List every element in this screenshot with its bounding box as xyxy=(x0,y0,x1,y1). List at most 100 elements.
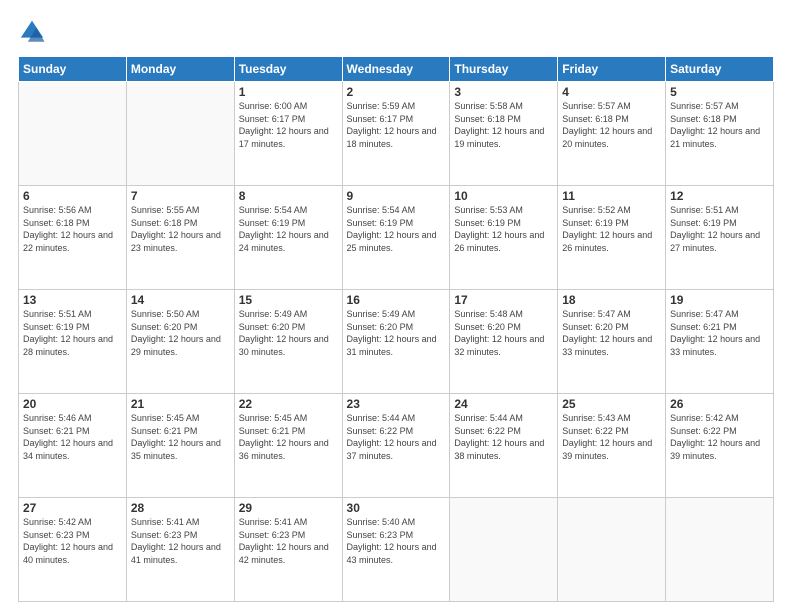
calendar-body: 1Sunrise: 6:00 AM Sunset: 6:17 PM Daylig… xyxy=(19,82,774,602)
calendar-cell: 19Sunrise: 5:47 AM Sunset: 6:21 PM Dayli… xyxy=(666,290,774,394)
calendar-cell: 12Sunrise: 5:51 AM Sunset: 6:19 PM Dayli… xyxy=(666,186,774,290)
calendar-cell: 2Sunrise: 5:59 AM Sunset: 6:17 PM Daylig… xyxy=(342,82,450,186)
day-info: Sunrise: 5:42 AM Sunset: 6:22 PM Dayligh… xyxy=(670,412,769,462)
week-row-1: 6Sunrise: 5:56 AM Sunset: 6:18 PM Daylig… xyxy=(19,186,774,290)
day-info: Sunrise: 5:59 AM Sunset: 6:17 PM Dayligh… xyxy=(347,100,446,150)
calendar-cell: 25Sunrise: 5:43 AM Sunset: 6:22 PM Dayli… xyxy=(558,394,666,498)
calendar-cell: 7Sunrise: 5:55 AM Sunset: 6:18 PM Daylig… xyxy=(126,186,234,290)
calendar-cell: 27Sunrise: 5:42 AM Sunset: 6:23 PM Dayli… xyxy=(19,498,127,602)
day-number: 30 xyxy=(347,501,446,515)
day-number: 27 xyxy=(23,501,122,515)
calendar-cell: 29Sunrise: 5:41 AM Sunset: 6:23 PM Dayli… xyxy=(234,498,342,602)
day-number: 16 xyxy=(347,293,446,307)
day-info: Sunrise: 5:41 AM Sunset: 6:23 PM Dayligh… xyxy=(239,516,338,566)
calendar-cell: 24Sunrise: 5:44 AM Sunset: 6:22 PM Dayli… xyxy=(450,394,558,498)
day-info: Sunrise: 5:57 AM Sunset: 6:18 PM Dayligh… xyxy=(562,100,661,150)
day-header-tuesday: Tuesday xyxy=(234,57,342,82)
day-info: Sunrise: 5:46 AM Sunset: 6:21 PM Dayligh… xyxy=(23,412,122,462)
day-number: 17 xyxy=(454,293,553,307)
calendar-cell: 26Sunrise: 5:42 AM Sunset: 6:22 PM Dayli… xyxy=(666,394,774,498)
day-info: Sunrise: 5:48 AM Sunset: 6:20 PM Dayligh… xyxy=(454,308,553,358)
calendar-cell: 1Sunrise: 6:00 AM Sunset: 6:17 PM Daylig… xyxy=(234,82,342,186)
day-number: 23 xyxy=(347,397,446,411)
calendar-cell: 21Sunrise: 5:45 AM Sunset: 6:21 PM Dayli… xyxy=(126,394,234,498)
day-number: 9 xyxy=(347,189,446,203)
day-info: Sunrise: 5:45 AM Sunset: 6:21 PM Dayligh… xyxy=(239,412,338,462)
day-number: 8 xyxy=(239,189,338,203)
calendar-cell: 20Sunrise: 5:46 AM Sunset: 6:21 PM Dayli… xyxy=(19,394,127,498)
calendar-cell xyxy=(126,82,234,186)
calendar-cell: 18Sunrise: 5:47 AM Sunset: 6:20 PM Dayli… xyxy=(558,290,666,394)
page: SundayMondayTuesdayWednesdayThursdayFrid… xyxy=(0,0,792,612)
calendar-cell: 10Sunrise: 5:53 AM Sunset: 6:19 PM Dayli… xyxy=(450,186,558,290)
calendar-cell: 5Sunrise: 5:57 AM Sunset: 6:18 PM Daylig… xyxy=(666,82,774,186)
week-row-3: 20Sunrise: 5:46 AM Sunset: 6:21 PM Dayli… xyxy=(19,394,774,498)
day-number: 18 xyxy=(562,293,661,307)
calendar-cell: 16Sunrise: 5:49 AM Sunset: 6:20 PM Dayli… xyxy=(342,290,450,394)
day-number: 21 xyxy=(131,397,230,411)
day-number: 20 xyxy=(23,397,122,411)
day-number: 3 xyxy=(454,85,553,99)
week-row-4: 27Sunrise: 5:42 AM Sunset: 6:23 PM Dayli… xyxy=(19,498,774,602)
day-number: 25 xyxy=(562,397,661,411)
day-number: 28 xyxy=(131,501,230,515)
day-header-friday: Friday xyxy=(558,57,666,82)
calendar-cell xyxy=(19,82,127,186)
day-number: 2 xyxy=(347,85,446,99)
day-number: 10 xyxy=(454,189,553,203)
day-header-monday: Monday xyxy=(126,57,234,82)
day-number: 1 xyxy=(239,85,338,99)
calendar-cell: 4Sunrise: 5:57 AM Sunset: 6:18 PM Daylig… xyxy=(558,82,666,186)
logo-icon xyxy=(18,18,46,46)
day-info: Sunrise: 6:00 AM Sunset: 6:17 PM Dayligh… xyxy=(239,100,338,150)
logo xyxy=(18,18,50,46)
calendar-cell: 28Sunrise: 5:41 AM Sunset: 6:23 PM Dayli… xyxy=(126,498,234,602)
day-info: Sunrise: 5:57 AM Sunset: 6:18 PM Dayligh… xyxy=(670,100,769,150)
day-number: 11 xyxy=(562,189,661,203)
calendar-table: SundayMondayTuesdayWednesdayThursdayFrid… xyxy=(18,56,774,602)
calendar-cell: 14Sunrise: 5:50 AM Sunset: 6:20 PM Dayli… xyxy=(126,290,234,394)
day-info: Sunrise: 5:54 AM Sunset: 6:19 PM Dayligh… xyxy=(239,204,338,254)
calendar-cell xyxy=(666,498,774,602)
calendar-cell: 13Sunrise: 5:51 AM Sunset: 6:19 PM Dayli… xyxy=(19,290,127,394)
header xyxy=(18,18,774,46)
calendar-cell xyxy=(558,498,666,602)
day-info: Sunrise: 5:47 AM Sunset: 6:21 PM Dayligh… xyxy=(670,308,769,358)
calendar-cell: 15Sunrise: 5:49 AM Sunset: 6:20 PM Dayli… xyxy=(234,290,342,394)
day-info: Sunrise: 5:40 AM Sunset: 6:23 PM Dayligh… xyxy=(347,516,446,566)
header-row: SundayMondayTuesdayWednesdayThursdayFrid… xyxy=(19,57,774,82)
day-number: 7 xyxy=(131,189,230,203)
day-header-wednesday: Wednesday xyxy=(342,57,450,82)
day-number: 15 xyxy=(239,293,338,307)
day-info: Sunrise: 5:56 AM Sunset: 6:18 PM Dayligh… xyxy=(23,204,122,254)
day-number: 4 xyxy=(562,85,661,99)
day-info: Sunrise: 5:42 AM Sunset: 6:23 PM Dayligh… xyxy=(23,516,122,566)
day-number: 22 xyxy=(239,397,338,411)
calendar-cell: 11Sunrise: 5:52 AM Sunset: 6:19 PM Dayli… xyxy=(558,186,666,290)
day-number: 26 xyxy=(670,397,769,411)
day-number: 6 xyxy=(23,189,122,203)
day-header-saturday: Saturday xyxy=(666,57,774,82)
day-number: 14 xyxy=(131,293,230,307)
calendar-cell: 17Sunrise: 5:48 AM Sunset: 6:20 PM Dayli… xyxy=(450,290,558,394)
day-info: Sunrise: 5:43 AM Sunset: 6:22 PM Dayligh… xyxy=(562,412,661,462)
calendar-cell: 22Sunrise: 5:45 AM Sunset: 6:21 PM Dayli… xyxy=(234,394,342,498)
day-number: 5 xyxy=(670,85,769,99)
day-info: Sunrise: 5:49 AM Sunset: 6:20 PM Dayligh… xyxy=(239,308,338,358)
calendar-cell: 8Sunrise: 5:54 AM Sunset: 6:19 PM Daylig… xyxy=(234,186,342,290)
calendar-cell: 9Sunrise: 5:54 AM Sunset: 6:19 PM Daylig… xyxy=(342,186,450,290)
day-header-sunday: Sunday xyxy=(19,57,127,82)
calendar-cell: 3Sunrise: 5:58 AM Sunset: 6:18 PM Daylig… xyxy=(450,82,558,186)
calendar-cell: 23Sunrise: 5:44 AM Sunset: 6:22 PM Dayli… xyxy=(342,394,450,498)
day-info: Sunrise: 5:45 AM Sunset: 6:21 PM Dayligh… xyxy=(131,412,230,462)
day-info: Sunrise: 5:52 AM Sunset: 6:19 PM Dayligh… xyxy=(562,204,661,254)
week-row-2: 13Sunrise: 5:51 AM Sunset: 6:19 PM Dayli… xyxy=(19,290,774,394)
day-number: 12 xyxy=(670,189,769,203)
day-info: Sunrise: 5:44 AM Sunset: 6:22 PM Dayligh… xyxy=(347,412,446,462)
day-number: 13 xyxy=(23,293,122,307)
week-row-0: 1Sunrise: 6:00 AM Sunset: 6:17 PM Daylig… xyxy=(19,82,774,186)
day-info: Sunrise: 5:49 AM Sunset: 6:20 PM Dayligh… xyxy=(347,308,446,358)
day-info: Sunrise: 5:50 AM Sunset: 6:20 PM Dayligh… xyxy=(131,308,230,358)
day-info: Sunrise: 5:51 AM Sunset: 6:19 PM Dayligh… xyxy=(23,308,122,358)
day-info: Sunrise: 5:47 AM Sunset: 6:20 PM Dayligh… xyxy=(562,308,661,358)
